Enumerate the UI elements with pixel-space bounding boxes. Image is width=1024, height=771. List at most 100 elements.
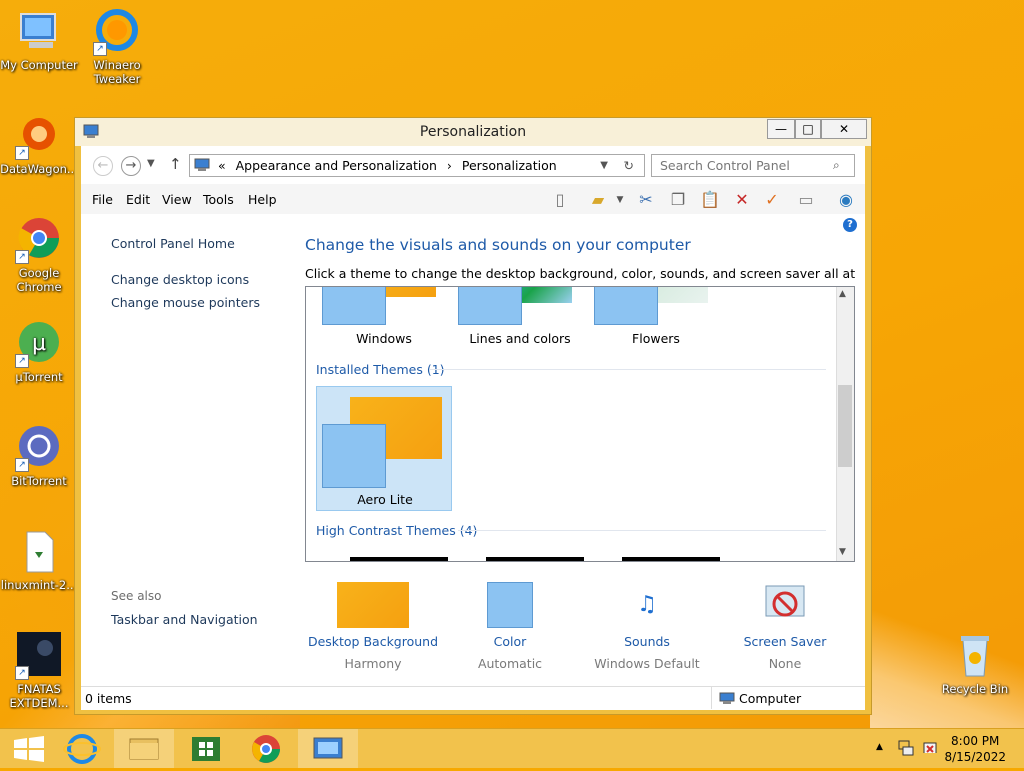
menu-help[interactable]: Help bbox=[248, 192, 277, 207]
desktop-icon-google-chrome[interactable]: ↗ Google Chrome bbox=[0, 216, 78, 294]
setting-label[interactable]: Screen Saver bbox=[715, 634, 855, 649]
setting-label[interactable]: Color bbox=[440, 634, 580, 649]
network-icon[interactable] bbox=[898, 739, 914, 757]
internet-explorer-taskbar-icon[interactable] bbox=[52, 729, 112, 768]
setting-label[interactable]: Sounds bbox=[577, 634, 717, 649]
link-change-mouse-pointers[interactable]: Change mouse pointers bbox=[111, 295, 260, 310]
paste-icon[interactable]: 📋 bbox=[699, 190, 721, 210]
svg-text:µ: µ bbox=[32, 331, 46, 356]
status-bar: 0 items Computer bbox=[81, 686, 865, 710]
show-hidden-icons[interactable]: ▲ bbox=[876, 742, 883, 752]
cut-icon[interactable]: ✂ bbox=[635, 190, 657, 210]
installed-themes-header[interactable]: Installed Themes (1) bbox=[316, 362, 445, 377]
status-location: Computer bbox=[739, 691, 802, 706]
check-icon[interactable]: ✓ bbox=[761, 190, 783, 210]
high-contrast-thumbnail[interactable] bbox=[486, 557, 584, 561]
breadcrumb-appearance[interactable]: Appearance and Personalization bbox=[236, 158, 437, 173]
high-contrast-thumbnail[interactable] bbox=[350, 557, 448, 561]
copy-icon[interactable]: ❐ bbox=[667, 190, 689, 210]
desktop-background-icon bbox=[337, 582, 409, 628]
breadcrumb-prefix[interactable]: « bbox=[218, 158, 226, 173]
search-icon[interactable]: ⌕ bbox=[833, 158, 840, 173]
link-taskbar-navigation[interactable]: Taskbar and Navigation bbox=[111, 612, 258, 627]
menu-tools[interactable]: Tools bbox=[203, 192, 234, 207]
theme-flowers[interactable]: Flowers bbox=[588, 287, 724, 349]
forward-button[interactable]: → bbox=[121, 156, 141, 176]
action-center-icon[interactable] bbox=[922, 739, 938, 757]
window-content: ← → ▼ ↑ « Appearance and Personalization… bbox=[81, 146, 865, 710]
clock-time: 8:00 PM bbox=[951, 734, 1000, 748]
link-control-panel-home[interactable]: Control Panel Home bbox=[111, 236, 235, 251]
window-title: Personalization bbox=[419, 124, 527, 140]
refresh-icon[interactable]: ↻ bbox=[624, 155, 634, 176]
theme-windows[interactable]: Windows bbox=[316, 287, 452, 349]
control-panel-taskbar-icon[interactable] bbox=[298, 729, 358, 768]
file-icon bbox=[15, 528, 63, 576]
help-icon[interactable]: ? bbox=[843, 218, 857, 232]
link-change-desktop-icons[interactable]: Change desktop icons bbox=[111, 272, 249, 287]
personalization-window: Personalization — □ ✕ ← → ▼ ↑ « Appearan… bbox=[74, 117, 872, 715]
theme-label: Windows bbox=[356, 331, 412, 346]
desktop-icon-label: BitTorrent bbox=[11, 474, 67, 488]
properties-icon[interactable]: ▭ bbox=[795, 190, 817, 210]
clock[interactable]: 8:00 PM 8/15/2022 bbox=[944, 733, 1006, 765]
options-dropdown-icon[interactable]: ▼ bbox=[609, 190, 631, 210]
scrollbar-thumb[interactable] bbox=[838, 385, 852, 467]
color-palette-icon bbox=[458, 287, 522, 325]
group-divider bbox=[458, 530, 826, 531]
chrome-taskbar-icon[interactable] bbox=[236, 729, 296, 768]
desktop-icon-label: Google Chrome bbox=[16, 266, 62, 294]
datawagon-icon: ↗ bbox=[15, 112, 63, 160]
desktop-icon-my-computer[interactable]: My Computer bbox=[0, 8, 78, 72]
search-input[interactable]: Search Control Panel bbox=[651, 154, 855, 177]
layout-icon[interactable]: ▯ bbox=[549, 190, 571, 210]
shortcut-arrow-icon: ↗ bbox=[15, 250, 29, 264]
file-explorer-taskbar-icon[interactable] bbox=[114, 729, 174, 768]
high-contrast-themes-header[interactable]: High Contrast Themes (4) bbox=[316, 523, 477, 538]
scroll-down-icon[interactable]: ▼ bbox=[839, 547, 846, 557]
vertical-scrollbar[interactable]: ▲ ▼ bbox=[836, 287, 854, 561]
up-arrow-icon[interactable]: ↑ bbox=[169, 155, 182, 173]
address-dropdown-icon[interactable]: ▼ bbox=[600, 155, 608, 176]
start-button[interactable] bbox=[0, 729, 60, 768]
desktop-icon-winaero-tweaker[interactable]: ↗ Winaero Tweaker bbox=[78, 8, 156, 86]
desktop-icon-utorrent[interactable]: µ ↗ µTorrent bbox=[0, 320, 78, 384]
menu-edit[interactable]: Edit bbox=[126, 192, 150, 207]
globe-icon[interactable]: ◉ bbox=[835, 190, 857, 210]
control-panel-icon bbox=[194, 157, 210, 171]
delete-icon[interactable]: ✕ bbox=[731, 190, 753, 210]
theme-list[interactable]: Windows Lines and colors Flowers Install… bbox=[305, 286, 855, 562]
shortcut-arrow-icon: ↗ bbox=[15, 666, 29, 680]
setting-value: Automatic bbox=[477, 656, 543, 671]
menu-view[interactable]: View bbox=[162, 192, 192, 207]
desktop-icon-recycle-bin[interactable]: Recycle Bin bbox=[936, 632, 1014, 696]
theme-lines-and-colors[interactable]: Lines and colors bbox=[452, 287, 588, 349]
recent-pages-chevron-icon[interactable]: ▼ bbox=[147, 158, 155, 169]
back-button[interactable]: ← bbox=[93, 156, 113, 176]
sounds-setting[interactable]: ♫ Sounds Windows Default bbox=[577, 582, 717, 671]
desktop-icon-linuxmint[interactable]: linuxmint-2... bbox=[0, 528, 78, 592]
breadcrumb-separator[interactable]: › bbox=[447, 158, 452, 173]
desktop-icon-bittorrent[interactable]: ↗ BitTorrent bbox=[0, 424, 78, 488]
breadcrumb-personalization[interactable]: Personalization bbox=[462, 158, 557, 173]
setting-label[interactable]: Desktop Background bbox=[303, 634, 443, 649]
theme-label: Lines and colors bbox=[469, 331, 571, 346]
game-icon: ↗ bbox=[15, 632, 63, 680]
utorrent-icon: µ ↗ bbox=[15, 320, 63, 368]
theme-aero-lite[interactable]: Aero Lite bbox=[316, 386, 452, 511]
screen-saver-setting[interactable]: Screen Saver None bbox=[715, 582, 855, 671]
close-button[interactable]: ✕ bbox=[821, 119, 867, 139]
maximize-button[interactable]: □ bbox=[795, 119, 821, 139]
store-taskbar-icon[interactable] bbox=[176, 729, 236, 768]
minimize-button[interactable]: — bbox=[767, 119, 795, 139]
menu-file[interactable]: File bbox=[92, 192, 113, 207]
desktop-icon-datawagon[interactable]: ↗ DataWagon... bbox=[0, 112, 78, 176]
folder-options-icon[interactable]: ▰ bbox=[587, 190, 609, 210]
high-contrast-thumbnail[interactable] bbox=[622, 557, 720, 561]
desktop-background-setting[interactable]: Desktop Background Harmony bbox=[303, 582, 443, 671]
scroll-up-icon[interactable]: ▲ bbox=[839, 289, 846, 299]
address-bar[interactable]: « Appearance and Personalization › Perso… bbox=[189, 154, 645, 177]
color-setting[interactable]: Color Automatic bbox=[440, 582, 580, 671]
title-bar[interactable]: Personalization — □ ✕ bbox=[75, 118, 871, 146]
desktop-icon-fnatas[interactable]: ↗ FNATAS EXTDEM... bbox=[0, 632, 78, 710]
